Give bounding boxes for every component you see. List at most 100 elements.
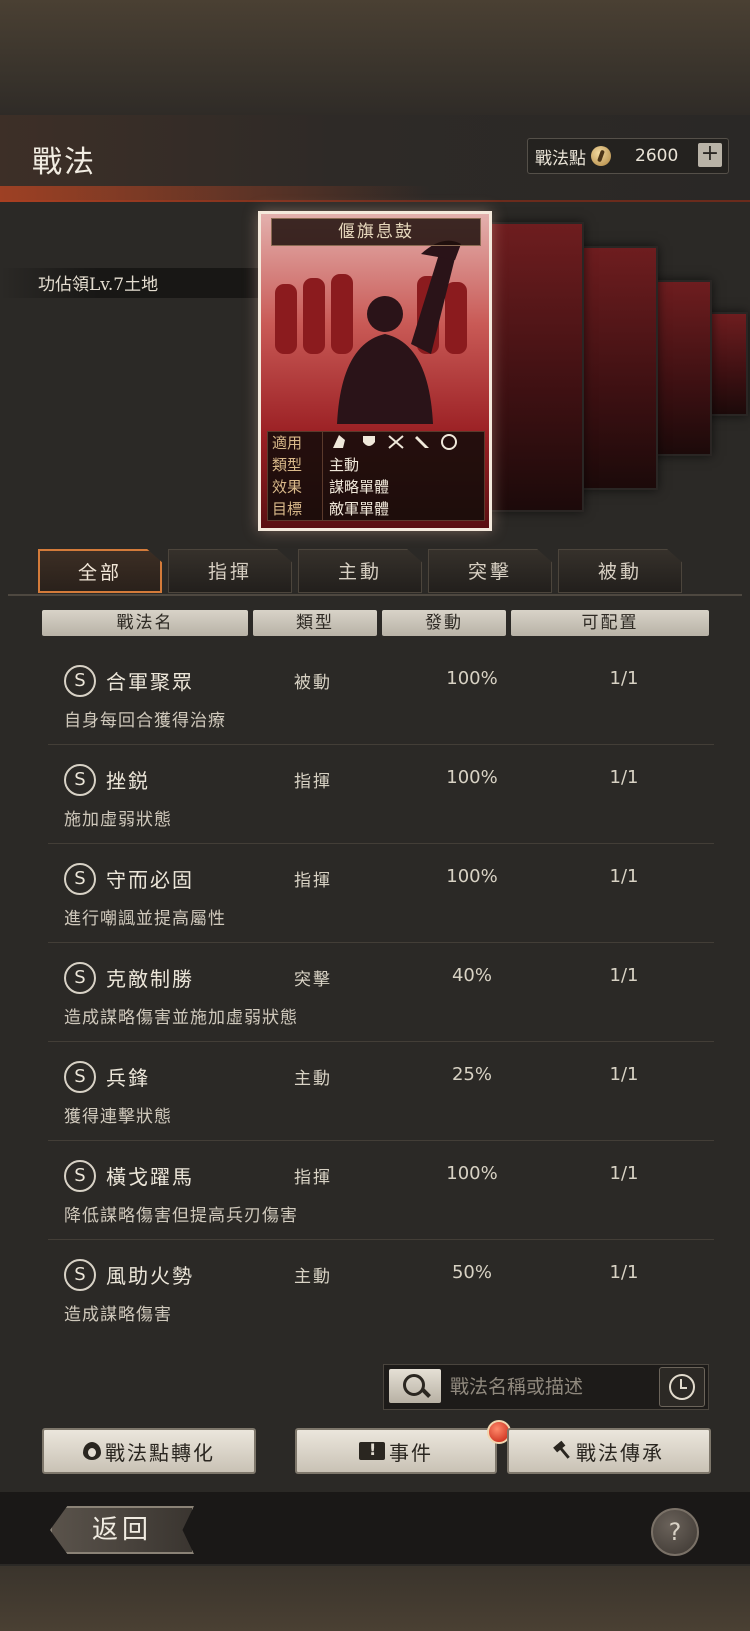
card-info-panel: 適用 類型 主動 效果 謀略單體 目標 敵軍單體 xyxy=(267,431,485,521)
list-item[interactable]: S 挫鋭 指揮 100% 1/1 施加虛弱狀態 xyxy=(48,745,714,844)
selected-tactic-card[interactable]: 偃旗息鼓 適用 類型 主動 效果 謀略單體 目標 敵軍單體 xyxy=(258,211,492,531)
spear-icon xyxy=(415,436,429,448)
tactic-rate: 50% xyxy=(451,1262,492,1283)
tab-all[interactable]: 全部 xyxy=(38,549,162,593)
tactic-desc: 降低謀略傷害但提高兵刃傷害 xyxy=(64,1206,298,1226)
card-row-key: 類型 xyxy=(268,454,323,476)
col-header-name[interactable]: 戰法名 xyxy=(42,610,248,636)
tab-assault[interactable]: 突擊 xyxy=(428,549,552,593)
tactic-slots: 1/1 xyxy=(609,1262,639,1283)
tactic-desc: 造成謀略傷害 xyxy=(64,1305,172,1325)
card-row-type: 類型 主動 xyxy=(268,454,484,476)
points-label: 戰法點 xyxy=(535,148,586,169)
tactic-name: 守而必固 xyxy=(106,868,194,892)
tactic-desc: 獲得連擊狀態 xyxy=(64,1107,172,1127)
tactic-rate: 100% xyxy=(446,1163,498,1184)
search-bar xyxy=(383,1364,709,1410)
inherit-label: 戰法傳承 xyxy=(576,1440,664,1465)
tactic-desc: 造成謀略傷害並施加虛弱狀態 xyxy=(64,1008,298,1028)
col-header-rate[interactable]: 發動 xyxy=(382,610,506,636)
list-item[interactable]: S 克敵制勝 突擊 40% 1/1 造成謀略傷害並施加虛弱狀態 xyxy=(48,943,714,1042)
bow-icon xyxy=(388,435,404,449)
points-coin-icon xyxy=(591,146,611,166)
grade-badge: S xyxy=(64,962,96,994)
tactic-slots: 1/1 xyxy=(609,668,639,689)
grade-badge: S xyxy=(64,1061,96,1093)
side-card-1[interactable] xyxy=(484,222,584,512)
tactic-name: 風助火勢 xyxy=(106,1264,194,1288)
tactic-slots: 1/1 xyxy=(609,1064,639,1085)
tactic-name: 橫戈躍馬 xyxy=(106,1165,194,1189)
list-item[interactable]: S 風助火勢 主動 50% 1/1 造成謀略傷害 xyxy=(48,1240,714,1338)
tab-divider xyxy=(8,594,742,596)
page-title: 戰法 xyxy=(32,145,96,180)
shield-icon xyxy=(363,436,375,446)
search-icon xyxy=(403,1374,425,1396)
cavalry-icon xyxy=(333,435,345,448)
card-row-value: 敵軍單體 xyxy=(329,500,390,518)
tactic-rate: 100% xyxy=(446,668,498,689)
list-item[interactable]: S 守而必固 指揮 100% 1/1 進行嘲諷並提高屬性 xyxy=(48,844,714,943)
header-glow xyxy=(0,186,430,202)
tactic-points-display: 戰法點 2600 + xyxy=(527,138,729,174)
banner-text: 功佔領Lv.7土地 xyxy=(38,275,159,295)
tab-passive[interactable]: 被動 xyxy=(558,549,682,593)
card-row-key: 目標 xyxy=(268,498,323,520)
card-row-effect: 效果 謀略單體 xyxy=(268,476,484,498)
card-unit-icons xyxy=(323,432,459,454)
list-item[interactable]: S 兵鋒 主動 25% 1/1 獲得連擊狀態 xyxy=(48,1042,714,1141)
tactic-type: 主動 xyxy=(294,1267,332,1287)
search-input[interactable] xyxy=(448,1371,632,1403)
bottom-decor-band xyxy=(0,1566,750,1631)
points-value: 2600 xyxy=(635,146,679,166)
tactic-type: 突擊 xyxy=(294,970,332,990)
tactic-rate: 100% xyxy=(446,866,498,887)
tactic-desc: 施加虛弱狀態 xyxy=(64,810,172,830)
tactic-slots: 1/1 xyxy=(609,965,639,986)
tactic-type: 指揮 xyxy=(294,772,332,792)
back-button[interactable]: 返回 xyxy=(50,1506,194,1554)
card-row-applicable: 適用 xyxy=(268,432,484,454)
top-decor-band xyxy=(0,0,750,115)
col-header-slots[interactable]: 可配置 xyxy=(511,610,709,636)
tactic-name: 克敵制勝 xyxy=(106,967,194,991)
col-header-type[interactable]: 類型 xyxy=(253,610,377,636)
card-title: 偃旗息鼓 xyxy=(271,218,481,246)
convert-points-button[interactable]: 戰法點轉化 xyxy=(42,1428,256,1474)
event-icon xyxy=(359,1440,385,1460)
tactic-rate: 25% xyxy=(451,1064,492,1085)
add-points-button[interactable]: + xyxy=(698,143,722,167)
tactic-type: 指揮 xyxy=(294,1168,332,1188)
tactic-type: 指揮 xyxy=(294,871,332,891)
grade-badge: S xyxy=(64,863,96,895)
siege-icon xyxy=(441,434,457,450)
list-item[interactable]: S 橫戈躍馬 指揮 100% 1/1 降低謀略傷害但提高兵刃傷害 xyxy=(48,1141,714,1240)
tactic-type: 主動 xyxy=(294,1069,332,1089)
grade-badge: S xyxy=(64,764,96,796)
tactic-rate: 100% xyxy=(446,767,498,788)
search-button[interactable] xyxy=(389,1369,441,1403)
filter-tabs: 全部 指揮 主動 突擊 被動 xyxy=(38,549,682,595)
tactic-slots: 1/1 xyxy=(609,866,639,887)
hammer-icon xyxy=(550,1438,575,1463)
card-row-key: 效果 xyxy=(268,476,323,498)
tab-command[interactable]: 指揮 xyxy=(168,549,292,593)
inherit-button[interactable]: 戰法傳承 xyxy=(507,1428,711,1474)
list-item[interactable]: S 合軍聚眾 被動 100% 1/1 自身每回合獲得治療 xyxy=(48,646,714,745)
tactic-rate: 40% xyxy=(451,965,492,986)
clock-hand xyxy=(680,1387,687,1389)
card-row-key: 適用 xyxy=(268,432,323,454)
tactic-desc: 進行嘲諷並提高屬性 xyxy=(64,909,226,929)
help-button[interactable]: ? xyxy=(651,1508,699,1556)
events-label: 事件 xyxy=(389,1440,433,1465)
card-row-value: 主動 xyxy=(329,456,360,474)
tactic-desc: 自身每回合獲得治療 xyxy=(64,711,226,731)
tab-active[interactable]: 主動 xyxy=(298,549,422,593)
history-button[interactable] xyxy=(659,1367,705,1407)
flame-icon xyxy=(83,1442,101,1460)
grade-badge: S xyxy=(64,1160,96,1192)
tactic-slots: 1/1 xyxy=(609,1163,639,1184)
events-button[interactable]: 事件 xyxy=(295,1428,497,1474)
tactic-type: 被動 xyxy=(294,673,332,693)
grade-badge: S xyxy=(64,665,96,697)
